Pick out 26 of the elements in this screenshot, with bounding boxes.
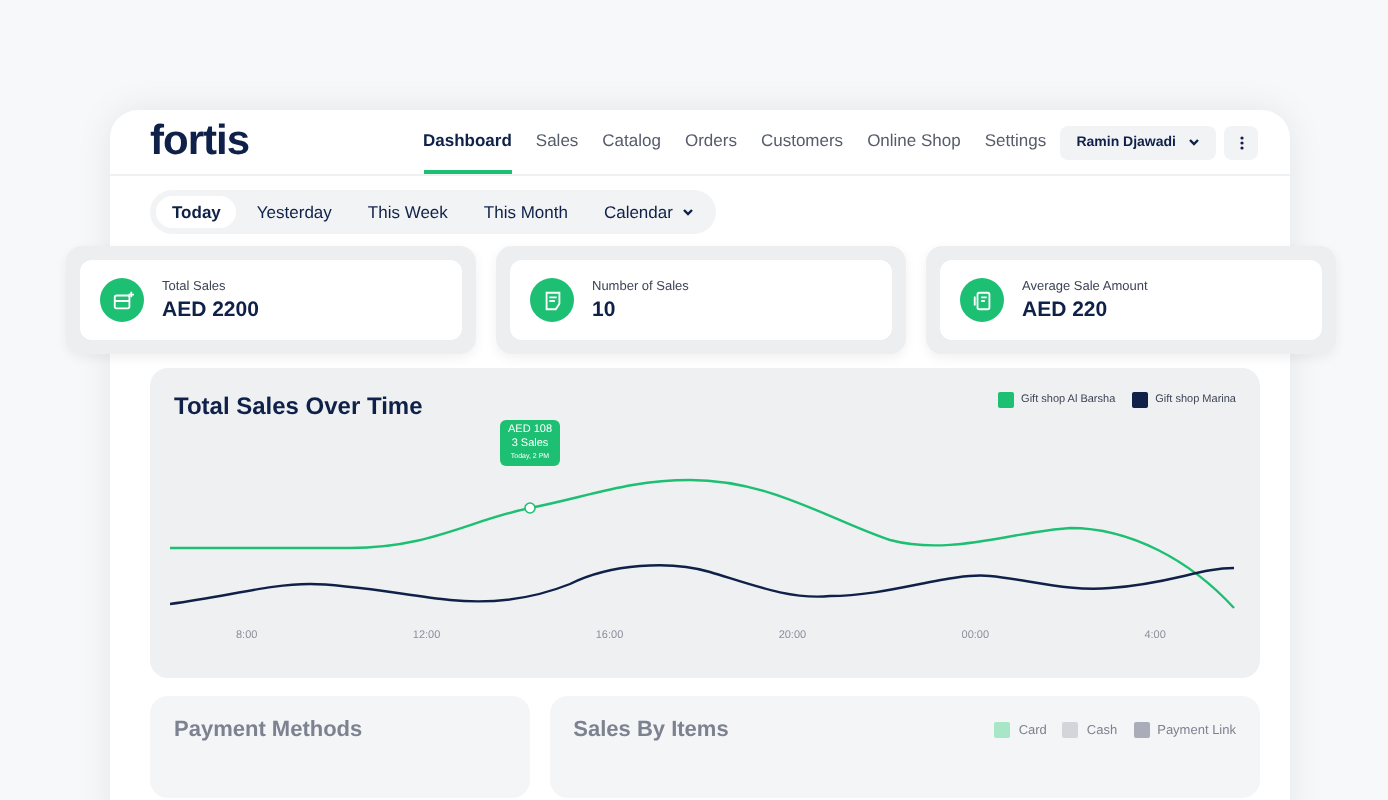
- date-range-tab[interactable]: Today: [156, 196, 237, 228]
- chevron-down-icon: [682, 208, 695, 216]
- nav-tab[interactable]: Settings: [984, 110, 1047, 174]
- card-title: Payment Methods: [174, 718, 363, 742]
- stat-value: 10: [592, 297, 618, 321]
- nav-tab[interactable]: Catalog: [602, 110, 661, 174]
- nav-tab[interactable]: Sales: [535, 110, 579, 174]
- more-menu-button[interactable]: [1224, 125, 1258, 159]
- nav-tab[interactable]: Online Shop: [867, 110, 961, 174]
- stat-value: AED 2200: [162, 297, 259, 321]
- fortis-logo: fortis: [150, 118, 249, 166]
- chart-title: Total Sales Over Time: [174, 392, 423, 420]
- date-range-tab[interactable]: Yesterday: [240, 196, 348, 228]
- chevron-down-icon: [1188, 138, 1200, 146]
- receipt-icon: [541, 289, 563, 311]
- date-range-tab[interactable]: This Week: [351, 196, 464, 228]
- stat-value: AED 220: [1022, 297, 1110, 321]
- highlighted-data-point: [524, 502, 536, 514]
- nav-tab[interactable]: Customers: [760, 110, 844, 174]
- nav-tab[interactable]: Orders: [684, 110, 737, 174]
- document-icon: [971, 289, 993, 311]
- date-range-tab[interactable]: Calendar: [587, 196, 711, 228]
- nav-tab[interactable]: Dashboard: [423, 110, 512, 174]
- register-icon: [111, 289, 133, 311]
- date-range-tab[interactable]: This Month: [467, 196, 584, 228]
- card-title: Sales By Items: [573, 718, 729, 742]
